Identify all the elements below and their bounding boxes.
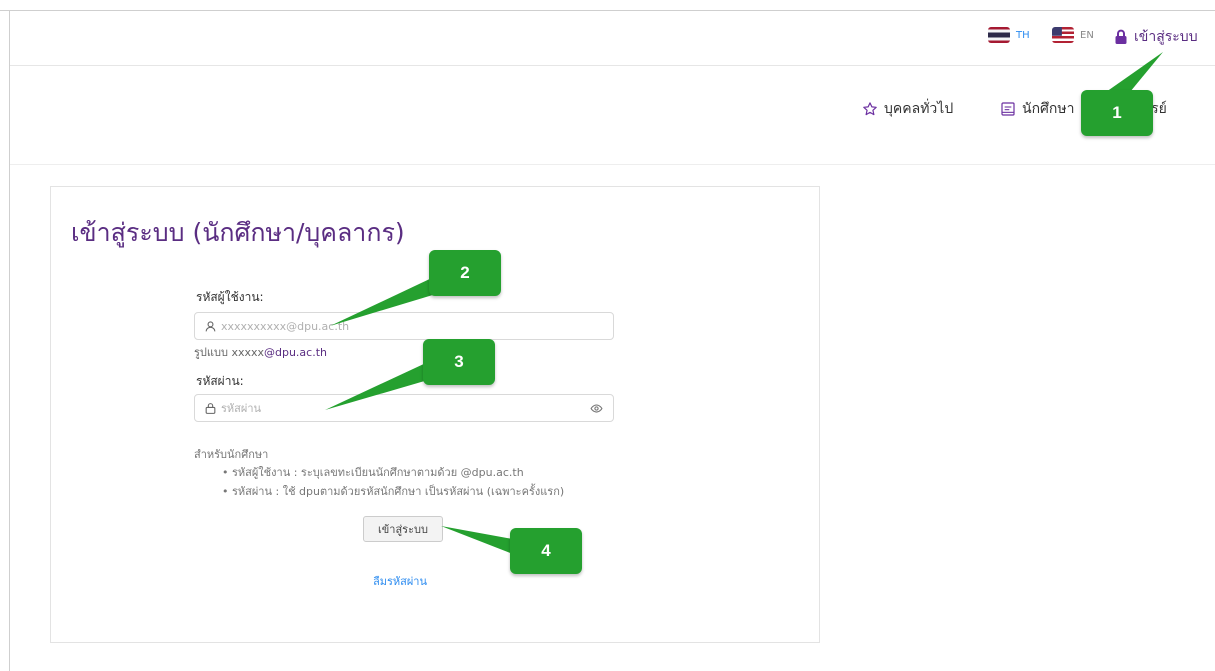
callout-arrow-2 <box>330 276 436 326</box>
callout-arrow-4 <box>441 526 518 556</box>
callout-arrow-3 <box>325 362 428 410</box>
callout-badge-3: 3 <box>423 339 495 385</box>
callout-arrow-1 <box>1106 52 1163 92</box>
callout-badge-2: 2 <box>429 250 501 296</box>
callout-badge-4: 4 <box>510 528 582 574</box>
callout-badge-1: 1 <box>1081 90 1153 136</box>
callout-arrows <box>325 52 1163 556</box>
